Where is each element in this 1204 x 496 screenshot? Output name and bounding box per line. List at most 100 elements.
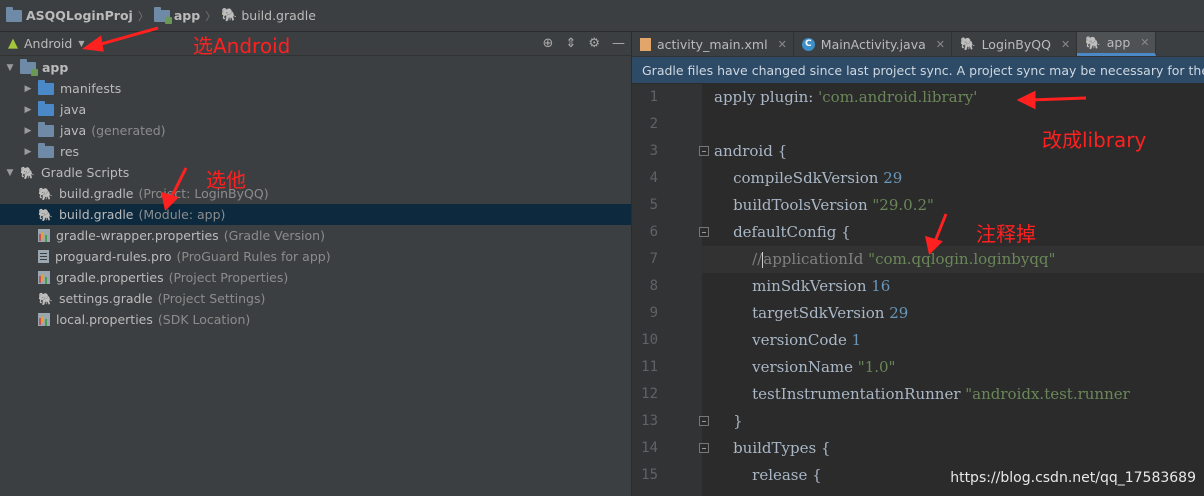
view-mode-label: Android	[24, 36, 73, 51]
collapsed-arrow-icon[interactable]: ▶	[22, 126, 34, 136]
gradle-icon: 🐘	[38, 291, 53, 306]
fold-marker-icon[interactable]	[699, 227, 709, 237]
code-line: buildTypes {	[714, 435, 831, 462]
string-literal: "com.qqlogin.loginbyqq"	[868, 250, 1056, 268]
tab-label: LoginByQQ	[981, 36, 1051, 52]
code-line: compileSdkVersion 29	[714, 165, 902, 192]
tree-item-label: gradle.properties	[56, 270, 164, 285]
module-folder-icon	[153, 6, 172, 24]
tab-label: app	[1106, 35, 1131, 50]
file-icon	[38, 250, 49, 263]
string-literal: 'com.android.library'	[818, 88, 978, 106]
code-line: apply plugin: 'com.android.library'	[714, 84, 977, 111]
properties-icon	[38, 313, 50, 326]
close-icon[interactable]: ✕	[778, 38, 787, 51]
close-icon[interactable]: ✕	[1061, 38, 1070, 51]
breadcrumb-module[interactable]: app	[153, 6, 200, 24]
string-literal: "androidx.test.runner	[965, 385, 1130, 403]
breadcrumb-project[interactable]: ASQQLoginProj	[6, 6, 133, 23]
tree-row[interactable]: gradle-wrapper.properties (Gradle Version…	[0, 225, 631, 246]
module-folder-icon	[20, 58, 38, 76]
tree-item-label: manifests	[60, 81, 122, 96]
tree-item-label: Gradle Scripts	[40, 165, 130, 180]
collapse-all-icon[interactable]: ⇕	[565, 36, 576, 51]
tab-mainactivity-java[interactable]: C MainActivity.java ✕	[794, 32, 952, 56]
properties-icon	[38, 271, 50, 284]
minimize-icon[interactable]: —	[612, 36, 625, 51]
line-number: 5	[649, 197, 658, 213]
line-number: 4	[649, 170, 658, 186]
collapsed-arrow-icon[interactable]: ▶	[22, 147, 34, 157]
tab-label: MainActivity.java	[820, 36, 926, 52]
tree-row[interactable]: ▼ 🐘 Gradle Scripts	[0, 162, 631, 183]
project-panel: ▲ Android ▼ ⊕ ⇕ ⚙ — ▼ app ▶ manifests ▶ java ▶…	[0, 32, 631, 496]
gear-icon[interactable]: ⚙	[588, 36, 600, 51]
code-line: testInstrumentationRunner "androidx.test…	[714, 381, 1130, 408]
number-literal: 29	[889, 304, 909, 322]
tree-row[interactable]: ▶ java	[0, 99, 631, 120]
tree-item-label: settings.gradle	[58, 291, 153, 306]
collapsed-arrow-icon[interactable]: ▶	[22, 84, 34, 94]
tree-row[interactable]: ▶ res	[0, 141, 631, 162]
line-gutter: 1 2 3 4 5 6 7 8 9 10 11 12 13 14 15	[632, 84, 702, 496]
project-view-selector[interactable]: ▲ Android ▼ ⊕ ⇕ ⚙ —	[0, 32, 631, 56]
fold-marker-icon[interactable]	[699, 416, 709, 426]
code-token: buildTypes {	[714, 439, 831, 457]
close-icon[interactable]: ✕	[1140, 36, 1149, 49]
code-token: targetSdkVersion	[714, 304, 890, 322]
line-number: 6	[649, 224, 658, 240]
tree-row[interactable]: proguard-rules.pro (ProGuard Rules for ap…	[0, 246, 631, 267]
breadcrumb-file[interactable]: 🐘 build.gradle	[221, 8, 316, 23]
tree-row[interactable]: 🐘 build.gradle (Module: app)	[0, 204, 631, 225]
comment: //	[714, 250, 763, 268]
expanded-arrow-icon[interactable]: ▼	[4, 168, 16, 178]
close-icon[interactable]: ✕	[936, 38, 945, 51]
tree-item-hint: (Project: LoginByQQ)	[138, 186, 269, 201]
tree-item-hint: (Project Properties)	[168, 270, 289, 285]
android-icon: ▲	[8, 36, 18, 51]
tree-row[interactable]: 🐘 settings.gradle (Project Settings)	[0, 288, 631, 309]
tree-row[interactable]: local.properties (SDK Location)	[0, 309, 631, 330]
fold-marker-icon[interactable]	[699, 443, 709, 453]
code-line: versionCode 1	[714, 327, 861, 354]
tree-item-label: local.properties	[56, 312, 153, 327]
annotation-comment-out: 注释掉	[976, 222, 1036, 246]
annotation-select-it: 选他	[206, 168, 246, 192]
editor-area: activity_main.xml ✕ C MainActivity.java ✕ 🐘 Lo…	[632, 32, 1204, 496]
tab-activity-main-xml[interactable]: activity_main.xml ✕	[632, 32, 794, 56]
dropdown-arrow-icon: ▼	[78, 39, 85, 48]
gradle-icon: 🐘	[20, 165, 35, 180]
panel-toolbar: ⊕ ⇕ ⚙ —	[543, 36, 625, 51]
code-token: versionCode	[714, 331, 852, 349]
expanded-arrow-icon[interactable]: ▼	[4, 63, 16, 73]
line-number: 14	[641, 440, 658, 456]
code-token: versionName	[714, 358, 858, 376]
properties-icon	[38, 229, 50, 242]
tree-row[interactable]: ▶ manifests	[0, 78, 631, 99]
tree-row[interactable]: gradle.properties (Project Properties)	[0, 267, 631, 288]
target-icon[interactable]: ⊕	[543, 36, 554, 51]
collapsed-arrow-icon[interactable]: ▶	[22, 105, 34, 115]
tree-row[interactable]: ▶ java (generated)	[0, 120, 631, 141]
code-token: defaultConfig {	[714, 223, 851, 241]
code-token: buildToolsVersion	[714, 196, 873, 214]
fold-marker-icon[interactable]	[699, 146, 709, 156]
tree-item-hint: (Gradle Version)	[223, 228, 325, 243]
line-number: 8	[649, 278, 658, 294]
gradle-icon: 🐘	[221, 8, 238, 23]
code-line: buildToolsVersion "29.0.2"	[714, 192, 934, 219]
tab-loginbyqq[interactable]: 🐘 LoginByQQ ✕	[952, 32, 1078, 56]
chevron-right-icon: 〉	[205, 9, 217, 23]
tree-item-label: java	[60, 123, 87, 138]
tab-app[interactable]: 🐘 app ✕	[1077, 32, 1157, 56]
editor-tabs: activity_main.xml ✕ C MainActivity.java ✕ 🐘 Lo…	[632, 32, 1204, 57]
tree-row[interactable]: ▼ app	[0, 57, 631, 78]
tree-row[interactable]: 🐘 build.gradle (Project: LoginByQQ)	[0, 183, 631, 204]
gradle-icon: 🐘	[38, 186, 53, 201]
line-number: 1	[649, 89, 658, 105]
tree-item-label: java	[60, 102, 87, 117]
xml-file-icon	[640, 37, 651, 51]
code-line: android {	[714, 138, 787, 165]
line-number: 10	[641, 332, 658, 348]
tree-item-label: app	[42, 60, 69, 75]
